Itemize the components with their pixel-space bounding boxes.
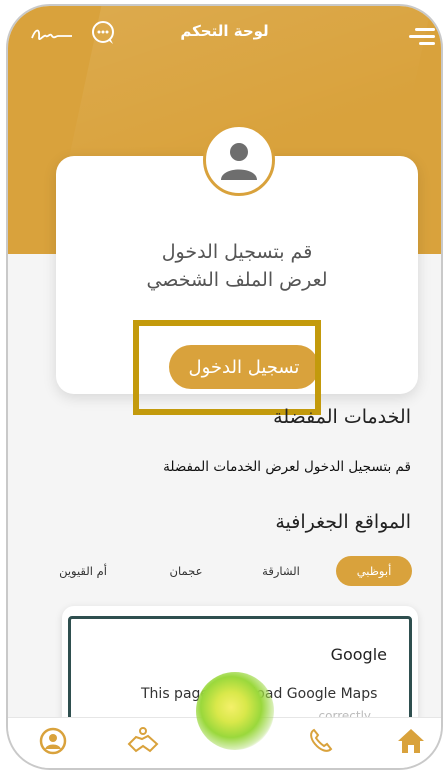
favorites-title: الخدمات المفضلة	[273, 406, 411, 428]
tab-ajman[interactable]: عجمان	[156, 556, 216, 586]
tab-ummalquwain[interactable]: أم القيوين	[38, 556, 128, 586]
user-icon	[221, 143, 257, 180]
page-title: لوحة التحكم	[180, 22, 269, 40]
phone-frame: لوحة التحكم قم بتسجيل الدخول لعرض الملف …	[6, 4, 443, 770]
tab-sharjah[interactable]: الشارقة	[246, 556, 316, 586]
highlight-box	[133, 320, 321, 415]
touch-indicator	[196, 672, 274, 750]
profile-icon[interactable]	[38, 726, 68, 756]
home-icon[interactable]	[396, 726, 426, 756]
google-logo: Google	[330, 645, 387, 664]
login-prompt-line2: لعرض الملف الشخصي	[146, 269, 328, 291]
menu-icon[interactable]	[409, 26, 435, 48]
top-bar: لوحة التحكم	[8, 18, 441, 52]
favorites-message: قم بتسجيل الدخول لعرض الخدمات المفضلة	[163, 459, 411, 475]
handshake-icon[interactable]	[126, 726, 160, 756]
avatar	[203, 124, 275, 196]
login-prompt-line1: قم بتسجيل الدخول	[161, 241, 313, 263]
geo-title: المواقع الجغرافية	[275, 511, 411, 533]
login-prompt: قم بتسجيل الدخول لعرض الملف الشخصي	[56, 238, 418, 294]
phone-icon[interactable]	[306, 726, 336, 756]
tab-abudhabi[interactable]: أبوظبي	[336, 556, 412, 586]
